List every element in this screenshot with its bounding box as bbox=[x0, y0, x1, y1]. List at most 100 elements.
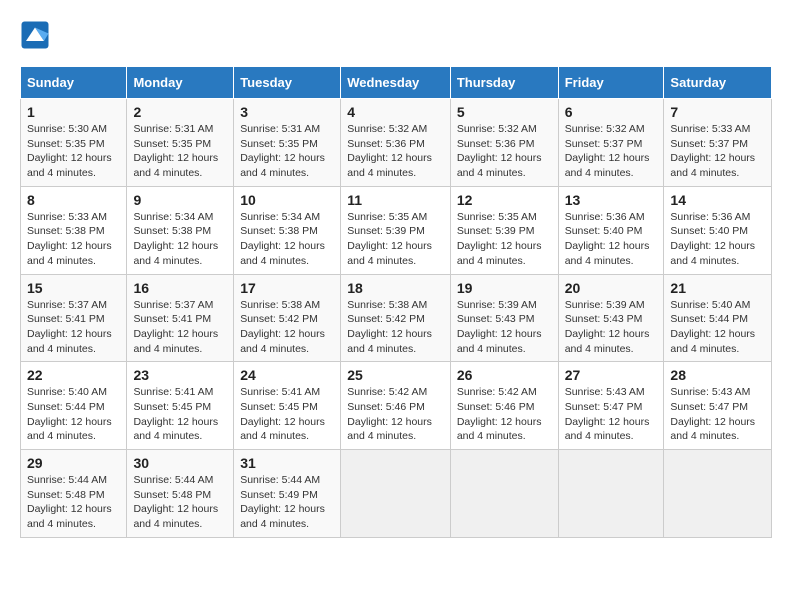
day-info: Sunrise: 5:44 AM Sunset: 5:49 PM Dayligh… bbox=[240, 473, 334, 532]
day-number: 27 bbox=[565, 367, 658, 383]
day-number: 8 bbox=[27, 192, 120, 208]
day-info: Sunrise: 5:34 AM Sunset: 5:38 PM Dayligh… bbox=[240, 210, 334, 269]
col-header-wednesday: Wednesday bbox=[341, 67, 451, 99]
calendar-cell bbox=[341, 450, 451, 538]
day-info: Sunrise: 5:42 AM Sunset: 5:46 PM Dayligh… bbox=[347, 385, 444, 444]
calendar-cell: 23 Sunrise: 5:41 AM Sunset: 5:45 PM Dayl… bbox=[127, 362, 234, 450]
day-number: 24 bbox=[240, 367, 334, 383]
day-number: 10 bbox=[240, 192, 334, 208]
week-row-4: 22 Sunrise: 5:40 AM Sunset: 5:44 PM Dayl… bbox=[21, 362, 772, 450]
week-row-5: 29 Sunrise: 5:44 AM Sunset: 5:48 PM Dayl… bbox=[21, 450, 772, 538]
calendar-cell bbox=[664, 450, 772, 538]
day-number: 25 bbox=[347, 367, 444, 383]
col-header-monday: Monday bbox=[127, 67, 234, 99]
day-info: Sunrise: 5:39 AM Sunset: 5:43 PM Dayligh… bbox=[457, 298, 552, 357]
day-info: Sunrise: 5:44 AM Sunset: 5:48 PM Dayligh… bbox=[133, 473, 227, 532]
day-number: 12 bbox=[457, 192, 552, 208]
day-info: Sunrise: 5:33 AM Sunset: 5:37 PM Dayligh… bbox=[670, 122, 765, 181]
calendar-cell: 25 Sunrise: 5:42 AM Sunset: 5:46 PM Dayl… bbox=[341, 362, 451, 450]
day-number: 18 bbox=[347, 280, 444, 296]
calendar-cell: 17 Sunrise: 5:38 AM Sunset: 5:42 PM Dayl… bbox=[234, 274, 341, 362]
calendar-cell: 30 Sunrise: 5:44 AM Sunset: 5:48 PM Dayl… bbox=[127, 450, 234, 538]
calendar-cell: 28 Sunrise: 5:43 AM Sunset: 5:47 PM Dayl… bbox=[664, 362, 772, 450]
day-number: 3 bbox=[240, 104, 334, 120]
logo-icon bbox=[20, 20, 50, 50]
day-info: Sunrise: 5:32 AM Sunset: 5:36 PM Dayligh… bbox=[457, 122, 552, 181]
calendar-cell: 24 Sunrise: 5:41 AM Sunset: 5:45 PM Dayl… bbox=[234, 362, 341, 450]
day-number: 13 bbox=[565, 192, 658, 208]
calendar-cell: 6 Sunrise: 5:32 AM Sunset: 5:37 PM Dayli… bbox=[558, 99, 664, 187]
day-number: 19 bbox=[457, 280, 552, 296]
day-info: Sunrise: 5:35 AM Sunset: 5:39 PM Dayligh… bbox=[457, 210, 552, 269]
day-info: Sunrise: 5:39 AM Sunset: 5:43 PM Dayligh… bbox=[565, 298, 658, 357]
day-info: Sunrise: 5:30 AM Sunset: 5:35 PM Dayligh… bbox=[27, 122, 120, 181]
day-info: Sunrise: 5:36 AM Sunset: 5:40 PM Dayligh… bbox=[565, 210, 658, 269]
day-number: 5 bbox=[457, 104, 552, 120]
calendar-cell: 5 Sunrise: 5:32 AM Sunset: 5:36 PM Dayli… bbox=[450, 99, 558, 187]
calendar-cell: 1 Sunrise: 5:30 AM Sunset: 5:35 PM Dayli… bbox=[21, 99, 127, 187]
calendar-cell: 7 Sunrise: 5:33 AM Sunset: 5:37 PM Dayli… bbox=[664, 99, 772, 187]
calendar-cell: 29 Sunrise: 5:44 AM Sunset: 5:48 PM Dayl… bbox=[21, 450, 127, 538]
day-number: 1 bbox=[27, 104, 120, 120]
calendar-cell: 18 Sunrise: 5:38 AM Sunset: 5:42 PM Dayl… bbox=[341, 274, 451, 362]
day-number: 2 bbox=[133, 104, 227, 120]
day-number: 22 bbox=[27, 367, 120, 383]
day-info: Sunrise: 5:41 AM Sunset: 5:45 PM Dayligh… bbox=[133, 385, 227, 444]
calendar-cell: 4 Sunrise: 5:32 AM Sunset: 5:36 PM Dayli… bbox=[341, 99, 451, 187]
calendar-cell: 13 Sunrise: 5:36 AM Sunset: 5:40 PM Dayl… bbox=[558, 186, 664, 274]
col-header-thursday: Thursday bbox=[450, 67, 558, 99]
day-number: 20 bbox=[565, 280, 658, 296]
day-info: Sunrise: 5:31 AM Sunset: 5:35 PM Dayligh… bbox=[240, 122, 334, 181]
day-number: 26 bbox=[457, 367, 552, 383]
calendar-table: SundayMondayTuesdayWednesdayThursdayFrid… bbox=[20, 66, 772, 538]
col-header-tuesday: Tuesday bbox=[234, 67, 341, 99]
day-info: Sunrise: 5:40 AM Sunset: 5:44 PM Dayligh… bbox=[27, 385, 120, 444]
day-info: Sunrise: 5:42 AM Sunset: 5:46 PM Dayligh… bbox=[457, 385, 552, 444]
day-number: 11 bbox=[347, 192, 444, 208]
day-info: Sunrise: 5:37 AM Sunset: 5:41 PM Dayligh… bbox=[133, 298, 227, 357]
calendar-cell: 14 Sunrise: 5:36 AM Sunset: 5:40 PM Dayl… bbox=[664, 186, 772, 274]
day-info: Sunrise: 5:34 AM Sunset: 5:38 PM Dayligh… bbox=[133, 210, 227, 269]
calendar-cell: 3 Sunrise: 5:31 AM Sunset: 5:35 PM Dayli… bbox=[234, 99, 341, 187]
day-number: 21 bbox=[670, 280, 765, 296]
calendar-cell: 8 Sunrise: 5:33 AM Sunset: 5:38 PM Dayli… bbox=[21, 186, 127, 274]
day-info: Sunrise: 5:38 AM Sunset: 5:42 PM Dayligh… bbox=[240, 298, 334, 357]
calendar-cell: 19 Sunrise: 5:39 AM Sunset: 5:43 PM Dayl… bbox=[450, 274, 558, 362]
page-header bbox=[20, 20, 772, 50]
calendar-cell: 10 Sunrise: 5:34 AM Sunset: 5:38 PM Dayl… bbox=[234, 186, 341, 274]
calendar-cell: 2 Sunrise: 5:31 AM Sunset: 5:35 PM Dayli… bbox=[127, 99, 234, 187]
day-number: 14 bbox=[670, 192, 765, 208]
day-info: Sunrise: 5:35 AM Sunset: 5:39 PM Dayligh… bbox=[347, 210, 444, 269]
day-info: Sunrise: 5:41 AM Sunset: 5:45 PM Dayligh… bbox=[240, 385, 334, 444]
day-number: 9 bbox=[133, 192, 227, 208]
day-info: Sunrise: 5:38 AM Sunset: 5:42 PM Dayligh… bbox=[347, 298, 444, 357]
col-header-friday: Friday bbox=[558, 67, 664, 99]
day-number: 23 bbox=[133, 367, 227, 383]
week-row-1: 1 Sunrise: 5:30 AM Sunset: 5:35 PM Dayli… bbox=[21, 99, 772, 187]
calendar-cell: 26 Sunrise: 5:42 AM Sunset: 5:46 PM Dayl… bbox=[450, 362, 558, 450]
day-number: 30 bbox=[133, 455, 227, 471]
day-info: Sunrise: 5:40 AM Sunset: 5:44 PM Dayligh… bbox=[670, 298, 765, 357]
calendar-cell: 31 Sunrise: 5:44 AM Sunset: 5:49 PM Dayl… bbox=[234, 450, 341, 538]
calendar-cell: 11 Sunrise: 5:35 AM Sunset: 5:39 PM Dayl… bbox=[341, 186, 451, 274]
day-info: Sunrise: 5:31 AM Sunset: 5:35 PM Dayligh… bbox=[133, 122, 227, 181]
calendar-cell: 20 Sunrise: 5:39 AM Sunset: 5:43 PM Dayl… bbox=[558, 274, 664, 362]
calendar-cell: 12 Sunrise: 5:35 AM Sunset: 5:39 PM Dayl… bbox=[450, 186, 558, 274]
col-header-saturday: Saturday bbox=[664, 67, 772, 99]
day-info: Sunrise: 5:43 AM Sunset: 5:47 PM Dayligh… bbox=[670, 385, 765, 444]
calendar-cell: 27 Sunrise: 5:43 AM Sunset: 5:47 PM Dayl… bbox=[558, 362, 664, 450]
day-number: 29 bbox=[27, 455, 120, 471]
week-row-3: 15 Sunrise: 5:37 AM Sunset: 5:41 PM Dayl… bbox=[21, 274, 772, 362]
logo bbox=[20, 20, 54, 50]
day-info: Sunrise: 5:32 AM Sunset: 5:37 PM Dayligh… bbox=[565, 122, 658, 181]
day-number: 4 bbox=[347, 104, 444, 120]
calendar-cell bbox=[558, 450, 664, 538]
day-number: 16 bbox=[133, 280, 227, 296]
week-row-2: 8 Sunrise: 5:33 AM Sunset: 5:38 PM Dayli… bbox=[21, 186, 772, 274]
calendar-cell: 21 Sunrise: 5:40 AM Sunset: 5:44 PM Dayl… bbox=[664, 274, 772, 362]
day-info: Sunrise: 5:43 AM Sunset: 5:47 PM Dayligh… bbox=[565, 385, 658, 444]
day-info: Sunrise: 5:33 AM Sunset: 5:38 PM Dayligh… bbox=[27, 210, 120, 269]
day-number: 28 bbox=[670, 367, 765, 383]
header-row: SundayMondayTuesdayWednesdayThursdayFrid… bbox=[21, 67, 772, 99]
calendar-cell: 9 Sunrise: 5:34 AM Sunset: 5:38 PM Dayli… bbox=[127, 186, 234, 274]
